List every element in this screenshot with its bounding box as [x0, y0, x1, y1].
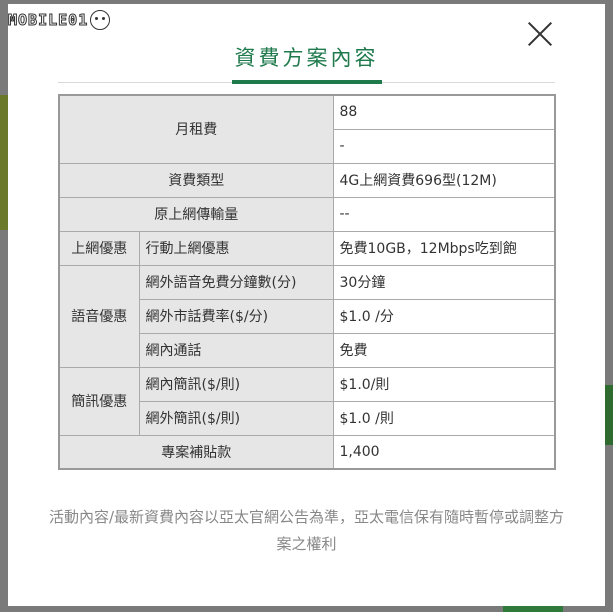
- logo-text: MOBILE01: [7, 11, 89, 30]
- internet-group-label: 上網優惠: [58, 230, 140, 266]
- internet-label: 行動上網優惠: [138, 230, 334, 266]
- table-row: 專案補貼款 1,400: [58, 434, 556, 470]
- disclaimer-note: 活動內容/最新資費內容以亞太官網公告為準，亞太電信保有隨時暫停或調整方案之權利: [48, 508, 565, 553]
- background-banner-right: [605, 385, 613, 445]
- subsidy-value: 1,400: [332, 434, 556, 470]
- table-row: 上網優惠 行動上網優惠 免費10GB，12Mbps吃到飽: [58, 230, 556, 266]
- plan-table: 月租費 88 - 資費類型 4G上網資費696型(12M) 原上網傳輸量 -- …: [58, 94, 556, 470]
- table-row: 簡訊優惠 網內簡訊($/則) $1.0/則: [58, 366, 556, 436]
- plan-type-label: 資費類型: [58, 162, 334, 198]
- monthly-fee-value: 88: [332, 94, 556, 130]
- title-underline: [232, 80, 382, 84]
- plan-type-value: 4G上網資費696型(12M): [332, 162, 556, 198]
- voice-row-label: 網外語音免費分鐘數(分): [138, 264, 334, 300]
- modal-title: 資費方案內容: [234, 46, 379, 70]
- table-row: 月租費 88: [58, 94, 556, 164]
- sms-row-label: 網內簡訊($/則): [138, 366, 334, 402]
- sms-row-label: 網外簡訊($/則): [138, 400, 334, 436]
- mobile01-logo: MOBILE01: [7, 8, 158, 32]
- original-data-value: --: [332, 196, 556, 232]
- table-row: 原上網傳輸量 --: [58, 196, 556, 232]
- sms-row-value: $1.0/則: [332, 366, 556, 402]
- monthly-fee-value-2: -: [332, 128, 556, 164]
- original-data-label: 原上網傳輸量: [58, 196, 334, 232]
- internet-value: 免費10GB，12Mbps吃到飽: [332, 230, 556, 266]
- table-row: 資費類型 4G上網資費696型(12M): [58, 162, 556, 198]
- sms-group-label: 簡訊優惠: [58, 366, 140, 436]
- sms-row-value: $1.0 /則: [332, 400, 556, 436]
- background-banner-left: [0, 95, 8, 230]
- logo-face-icon: [90, 10, 111, 30]
- subsidy-label: 專案補貼款: [58, 434, 334, 470]
- table-row: 語音優惠 網外語音免費分鐘數(分) 30分鐘: [58, 264, 556, 368]
- voice-row-label: 網外市話費率($/分): [138, 298, 334, 334]
- voice-row-value: $1.0 /分: [332, 298, 556, 334]
- voice-row-value: 30分鐘: [332, 264, 556, 300]
- monthly-fee-label: 月租費: [58, 94, 334, 164]
- voice-group-label: 語音優惠: [58, 264, 140, 368]
- plan-details-modal: MOBILE01 資費方案內容 月租費 88 - 資費類型 4G上網資費696型…: [7, 4, 605, 606]
- voice-row-value: 免費: [332, 332, 556, 368]
- voice-row-label: 網內通話: [138, 332, 334, 368]
